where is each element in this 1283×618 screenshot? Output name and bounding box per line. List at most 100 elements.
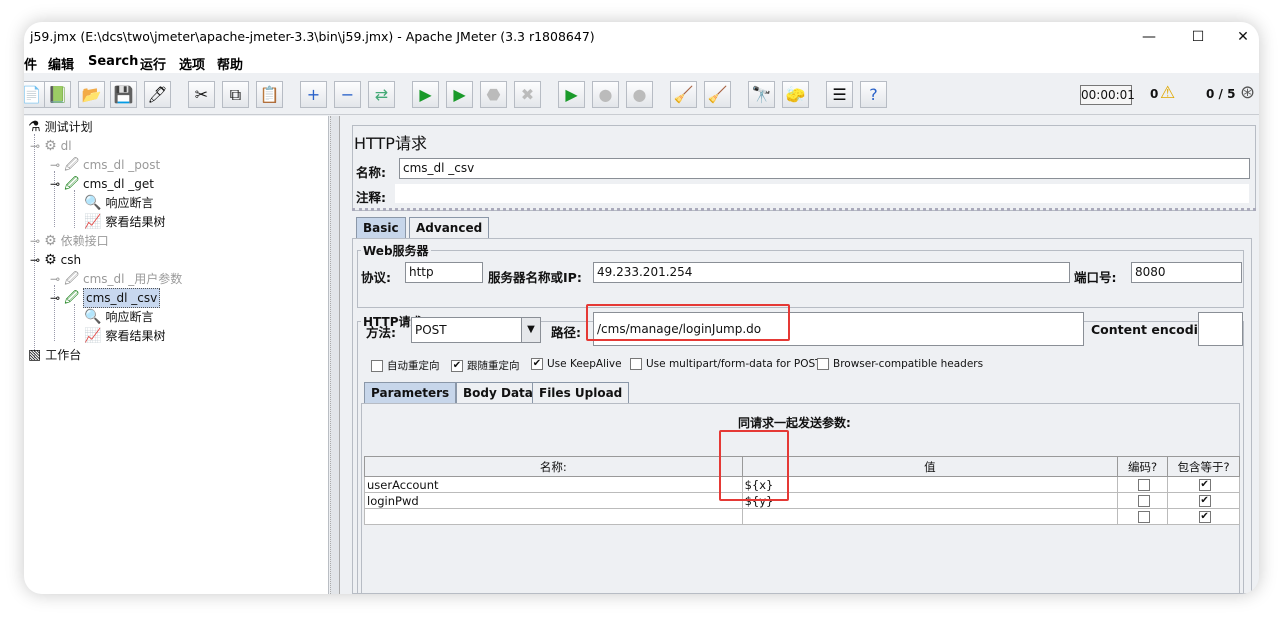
encode-checkbox[interactable] bbox=[1117, 476, 1169, 493]
include-equals-checkbox[interactable]: ✔ bbox=[1167, 492, 1240, 509]
close-button[interactable]: ✕ bbox=[1220, 24, 1259, 50]
table-row[interactable]: loginPwd ${y} ✔ bbox=[364, 492, 1240, 509]
tree-node-cms-dl-get[interactable]: ⊸ 🖉 cms_dl _get bbox=[50, 175, 154, 193]
table-row[interactable]: ✔ bbox=[364, 508, 1240, 525]
test-plan-tree: ⚗ 测试计划 ⊸ ⚙ dl ⊸ 🖉 cms_dl _post ⊸ 🖉 cms_dl _get … bbox=[24, 116, 329, 594]
tree-node-response-assertion-2[interactable]: 🔍 响应断言 bbox=[84, 308, 153, 326]
tree-node-dl[interactable]: ⊸ ⚙ dl bbox=[30, 137, 72, 155]
function-helper-icon[interactable]: ☰ bbox=[826, 81, 853, 108]
search-icon[interactable]: 🔭 bbox=[748, 81, 775, 108]
keepalive-checkbox[interactable]: ✔ Use KeepAlive bbox=[531, 358, 622, 370]
save-icon[interactable]: 💾 bbox=[110, 81, 137, 108]
tree-node-cms-dl-post[interactable]: ⊸ 🖉 cms_dl _post bbox=[50, 156, 160, 174]
tree-node-view-results-tree-2[interactable]: 📈 察看结果树 bbox=[84, 327, 165, 345]
remote-exit-icon[interactable]: ● bbox=[626, 81, 653, 108]
panel-title: HTTP请求 bbox=[354, 134, 427, 153]
multipart-checkbox[interactable]: Use multipart/form-data for POST bbox=[630, 358, 822, 370]
test-plan-icon: ⚗ bbox=[28, 119, 41, 135]
menu-edit[interactable]: 编辑 bbox=[48, 54, 74, 73]
subtab-body-data[interactable]: Body Data bbox=[456, 382, 540, 403]
table-row[interactable]: userAccount ${x} ✔ bbox=[364, 476, 1240, 493]
tree-node-workbench[interactable]: ▧ 工作台 bbox=[28, 346, 81, 364]
tab-basic[interactable]: Basic bbox=[356, 217, 406, 238]
remote-stop-icon[interactable]: ● bbox=[592, 81, 619, 108]
subtab-parameters[interactable]: Parameters bbox=[364, 382, 457, 403]
tree-node-csh[interactable]: ⊸ ⚙ csh bbox=[30, 251, 81, 269]
tab-advanced[interactable]: Advanced bbox=[409, 217, 490, 238]
cut-icon[interactable]: ✂ bbox=[188, 81, 215, 108]
shutdown-icon[interactable]: ✖ bbox=[514, 81, 541, 108]
include-equals-checkbox[interactable]: ✔ bbox=[1167, 508, 1240, 525]
help-icon[interactable]: ? bbox=[860, 81, 887, 108]
redirect-auto-checkbox[interactable]: 自动重定向 bbox=[371, 358, 440, 373]
thread-group-icon: ⚙ bbox=[44, 252, 57, 268]
new-icon[interactable]: 📄 bbox=[24, 81, 45, 108]
menu-options[interactable]: 选项 bbox=[179, 54, 205, 73]
maximize-button[interactable]: ☐ bbox=[1175, 24, 1221, 50]
encode-checkbox[interactable] bbox=[1117, 492, 1169, 509]
save-as-icon[interactable]: 🖊 bbox=[144, 81, 171, 108]
open-icon[interactable]: 📂 bbox=[78, 81, 105, 108]
listener-icon: 📈 bbox=[84, 328, 102, 344]
tree-node-dependency[interactable]: ⊸ ⚙ 依赖接口 bbox=[30, 232, 109, 250]
server-field[interactable]: 49.233.201.254 bbox=[593, 262, 1070, 283]
expand-icon[interactable]: + bbox=[300, 81, 327, 108]
subtab-files-upload[interactable]: Files Upload bbox=[532, 382, 630, 403]
param-value[interactable]: ${y} bbox=[741, 492, 1119, 509]
toggle-icon[interactable]: ⇄ bbox=[368, 81, 395, 108]
protocol-label: 协议: bbox=[361, 270, 391, 285]
server-label: 服务器名称或IP: bbox=[488, 270, 582, 285]
param-name[interactable] bbox=[364, 508, 743, 525]
param-value[interactable] bbox=[741, 508, 1119, 525]
encoding-field[interactable] bbox=[1198, 312, 1243, 346]
col-encode[interactable]: 编码? bbox=[1117, 456, 1169, 477]
tree-node-cms-dl-user-params[interactable]: ⊸ 🖉 cms_dl _用户参数 bbox=[50, 270, 182, 288]
start-icon[interactable]: ▶ bbox=[412, 81, 439, 108]
col-name[interactable]: 名称: bbox=[364, 456, 743, 477]
browser-headers-checkbox[interactable]: Browser-compatible headers bbox=[817, 358, 983, 370]
chevron-down-icon[interactable]: ▼ bbox=[521, 318, 540, 342]
status-gear-icon[interactable]: ⊛ bbox=[1240, 82, 1255, 103]
name-field[interactable]: cms_dl _csv bbox=[399, 158, 1250, 179]
splitter[interactable] bbox=[330, 116, 340, 594]
param-name[interactable]: userAccount bbox=[364, 476, 743, 493]
copy-icon[interactable]: ⧉ bbox=[222, 81, 249, 108]
remote-start-icon[interactable]: ▶ bbox=[558, 81, 585, 108]
comment-label: 注释: bbox=[356, 190, 386, 205]
include-equals-checkbox[interactable]: ✔ bbox=[1167, 476, 1240, 493]
templates-icon[interactable]: 📗 bbox=[44, 81, 71, 108]
stop-icon[interactable]: ⬣ bbox=[480, 81, 507, 108]
web-server-legend: Web服务器 bbox=[361, 242, 431, 259]
param-name[interactable]: loginPwd bbox=[364, 492, 743, 509]
tree-node-test-plan[interactable]: ⚗ 测试计划 bbox=[28, 118, 93, 136]
minimize-button[interactable]: — bbox=[1126, 24, 1172, 50]
value-highlight bbox=[719, 430, 789, 501]
tree-node-view-results-tree[interactable]: 📈 察看结果树 bbox=[84, 213, 165, 231]
menu-help[interactable]: 帮助 bbox=[217, 54, 243, 73]
clear-all-icon[interactable]: 🧹 bbox=[704, 81, 731, 108]
comment-field[interactable] bbox=[394, 183, 1250, 204]
param-value[interactable]: ${x} bbox=[741, 476, 1119, 493]
path-label: 路径: bbox=[551, 325, 581, 340]
sampler-icon: 🖉 bbox=[64, 290, 79, 306]
col-include-equals[interactable]: 包含等于? bbox=[1167, 456, 1240, 477]
clear-icon[interactable]: 🧹 bbox=[670, 81, 697, 108]
menu-file[interactable]: 件 bbox=[24, 54, 37, 73]
path-highlight bbox=[586, 304, 790, 341]
tree-node-cms-dl-csv[interactable]: ⊸ 🖉 cms_dl _csv bbox=[50, 288, 161, 308]
follow-redirects-checkbox[interactable]: ✔ 跟随重定向 bbox=[451, 358, 520, 373]
warning-count: 0 bbox=[1150, 87, 1159, 101]
reset-search-icon[interactable]: 🧽 bbox=[782, 81, 809, 108]
col-value[interactable]: 值 bbox=[741, 456, 1119, 477]
start-no-pause-icon[interactable]: ▶ bbox=[446, 81, 473, 108]
menu-search[interactable]: Search bbox=[88, 54, 138, 69]
tree-node-response-assertion[interactable]: 🔍 响应断言 bbox=[84, 194, 153, 212]
paste-icon[interactable]: 📋 bbox=[256, 81, 283, 108]
divider[interactable] bbox=[352, 208, 1256, 211]
collapse-icon[interactable]: − bbox=[334, 81, 361, 108]
warning-icon[interactable]: ⚠ bbox=[1160, 83, 1175, 103]
protocol-field[interactable]: http bbox=[405, 262, 483, 283]
menu-run[interactable]: 运行 bbox=[140, 54, 166, 73]
port-field[interactable]: 8080 bbox=[1131, 262, 1242, 283]
encode-checkbox[interactable] bbox=[1117, 508, 1169, 525]
